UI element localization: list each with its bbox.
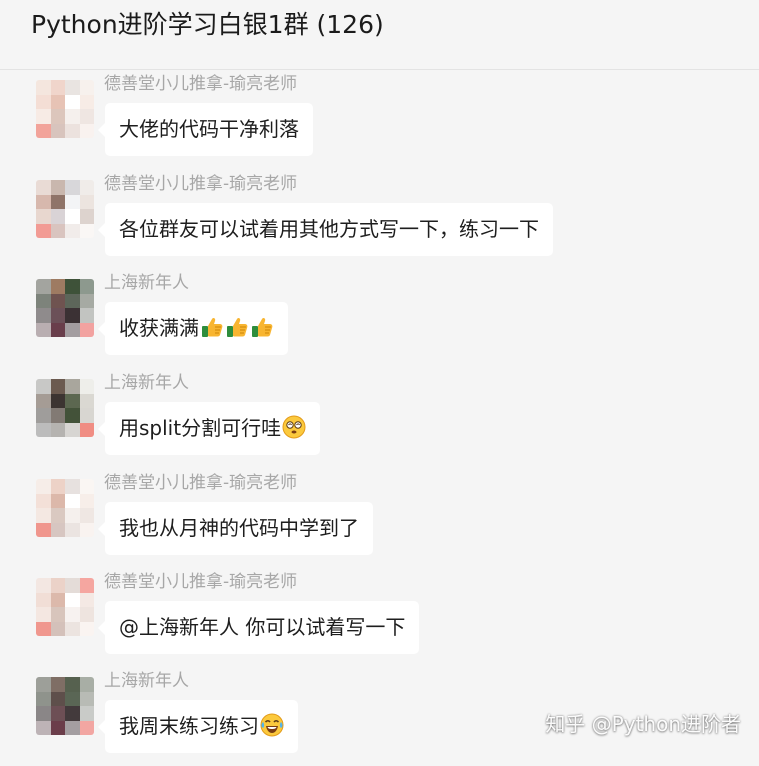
sender-name: 德善堂小儿推拿-瑜亮老师 [104,74,298,94]
avatar[interactable] [36,479,94,537]
laughing-tears-icon [260,713,284,737]
message-text: 我周末练习练习 [119,714,259,738]
dazed-face-icon [282,415,306,439]
sender-name: 上海新年人 [104,671,189,691]
message-bubble[interactable]: 我也从月神的代码中学到了 [98,502,373,555]
message-text: 我也从月神的代码中学到了 [119,516,359,540]
avatar[interactable] [36,677,94,735]
sender-name: 上海新年人 [104,273,189,293]
message-text: 用split分割可行哇 [119,416,282,440]
message-text: @上海新年人 你可以试着写一下 [119,615,406,639]
chat-header: Python进阶学习白银1群 (126) [0,0,759,70]
message-text: 各位群友可以试着用其他方式写一下，练习一下 [119,217,539,241]
avatar[interactable] [36,279,94,337]
avatar[interactable] [36,578,94,636]
avatar[interactable] [36,80,94,138]
message-bubble[interactable]: 各位群友可以试着用其他方式写一下，练习一下 [98,203,553,256]
chat-title: Python进阶学习白银1群 (126) [31,10,384,39]
message-text: 收获满满 [119,316,199,340]
message-row: 德善堂小儿推拿-瑜亮老师 @上海新年人 你可以试着写一下 [0,568,759,667]
message-row: 德善堂小儿推拿-瑜亮老师 大佬的代码干净利落 [0,70,759,169]
thumbs-up-icon [202,317,223,337]
sender-name: 德善堂小儿推拿-瑜亮老师 [104,473,298,493]
avatar[interactable] [36,180,94,238]
sender-name: 德善堂小儿推拿-瑜亮老师 [104,174,298,194]
message-bubble[interactable]: 收获满满 [98,302,288,355]
message-bubble[interactable]: 我周末练习练习 [98,700,298,753]
message-bubble[interactable]: 用split分割可行哇 [97,402,321,455]
watermark: 知乎 @Python进阶者 [545,712,741,736]
message-row: 上海新年人 收获满满 [0,269,759,368]
sender-name: 上海新年人 [104,373,189,393]
sender-name: 德善堂小儿推拿-瑜亮老师 [104,572,298,592]
thumbs-up-icon [252,317,273,337]
message-row: 德善堂小儿推拿-瑜亮老师 各位群友可以试着用其他方式写一下，练习一下 [0,170,759,269]
message-text: 大佬的代码干净利落 [119,117,299,141]
message-bubble[interactable]: @上海新年人 你可以试着写一下 [97,601,420,654]
avatar[interactable] [36,379,94,437]
thumbs-up-icon [227,317,248,337]
message-row: 上海新年人 用split分割可行哇 [0,369,759,468]
message-bubble[interactable]: 大佬的代码干净利落 [98,103,313,156]
message-row: 德善堂小儿推拿-瑜亮老师 我也从月神的代码中学到了 [0,469,759,568]
